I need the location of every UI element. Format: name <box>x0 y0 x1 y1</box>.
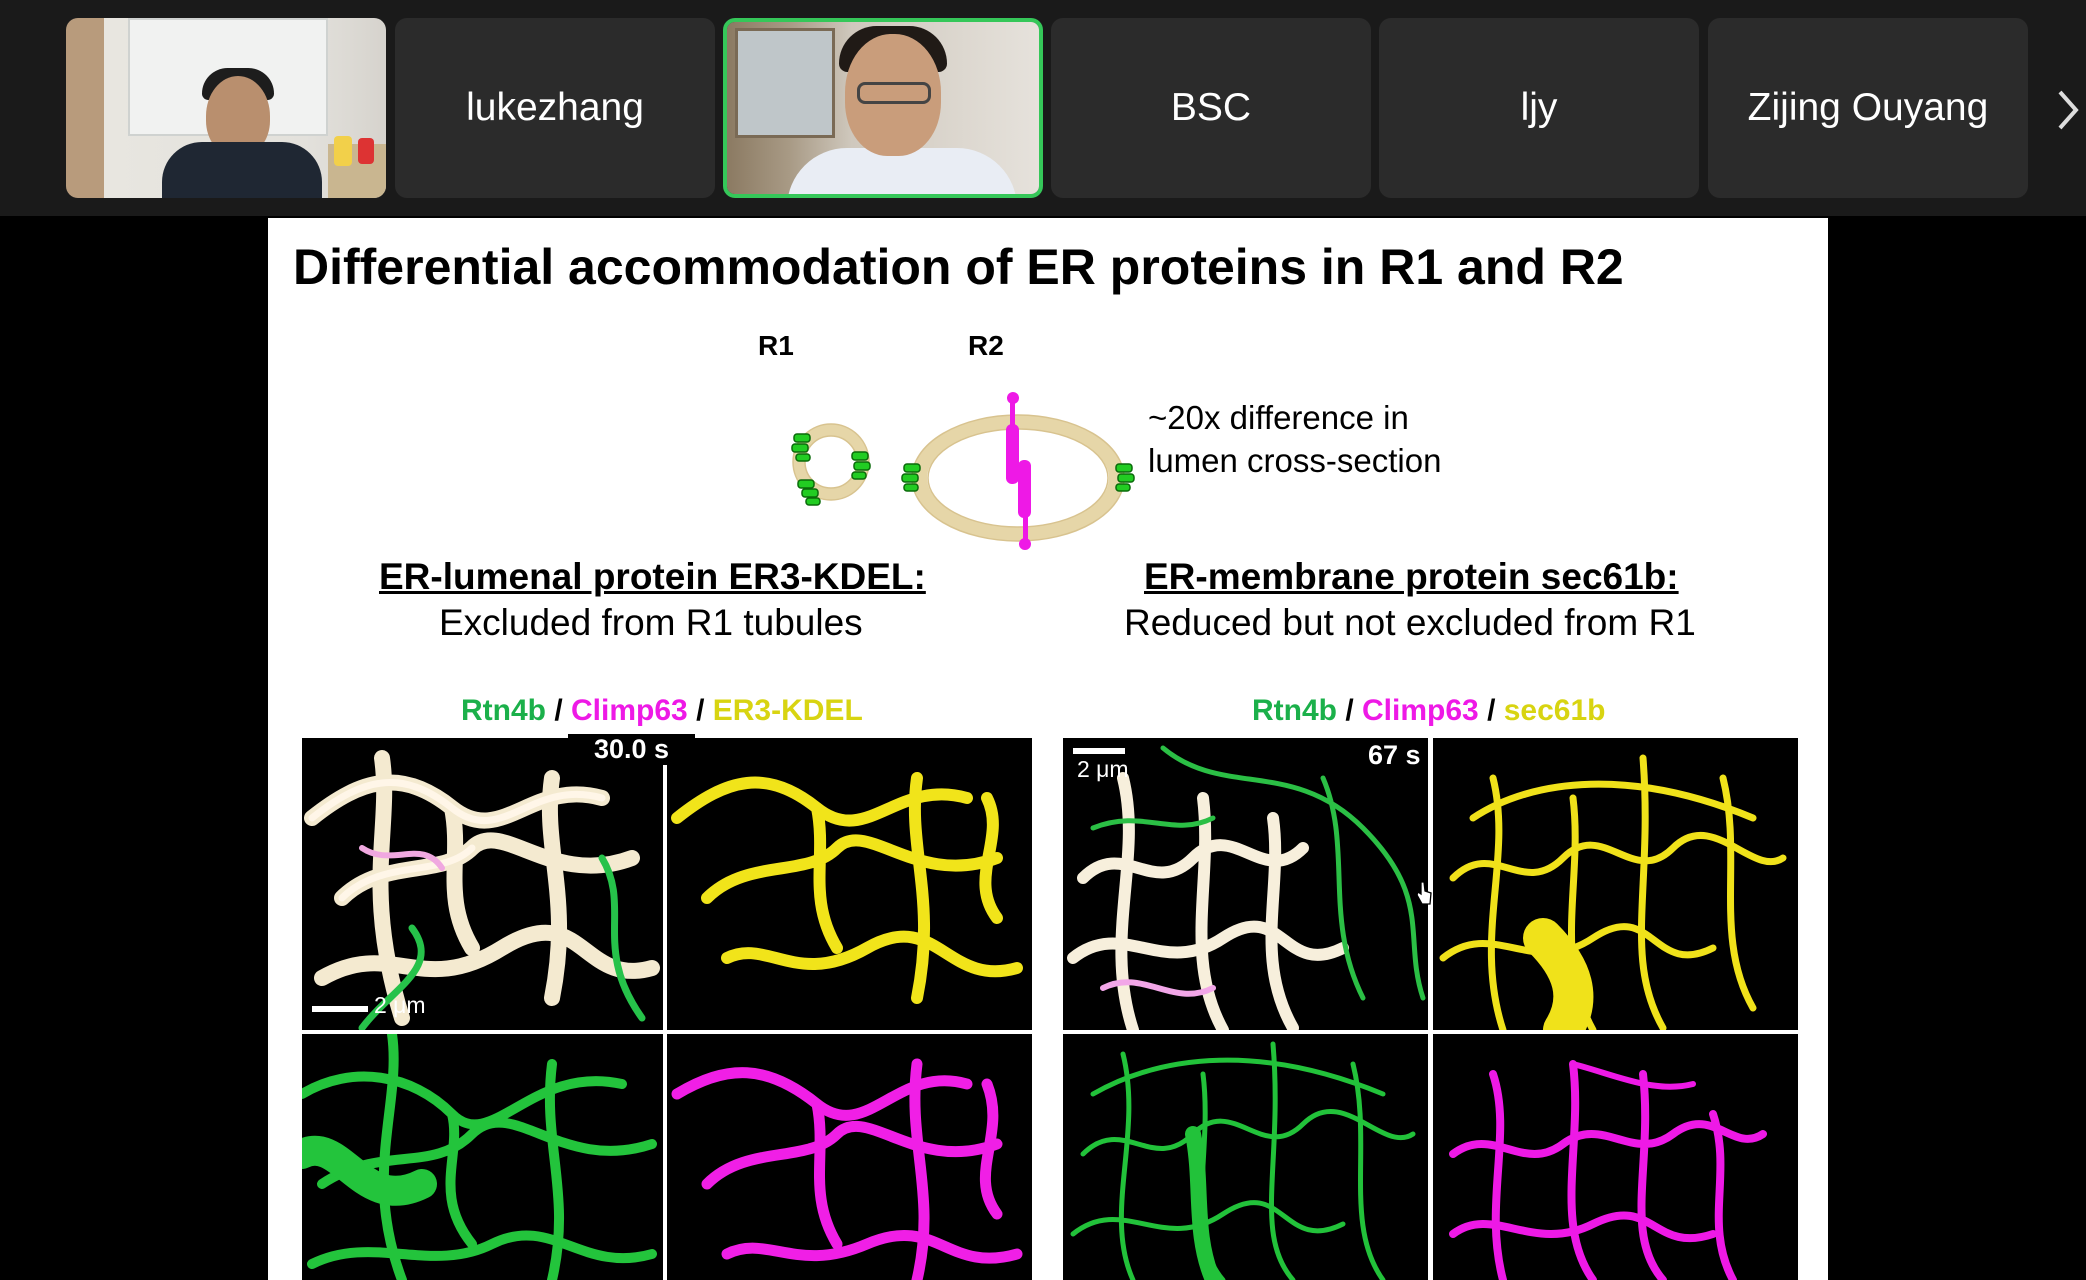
shared-slide: Differential accommodation of ER protein… <box>268 218 1828 1280</box>
r1-tubule-icon <box>791 423 871 506</box>
right-sec61b-micrograph <box>1433 738 1798 1030</box>
right-rtn4b-micrograph <box>1063 1034 1428 1280</box>
tubule-cross-section-diagram <box>791 392 1135 550</box>
left-climp63-micrograph <box>667 1034 1032 1280</box>
left-merge-micrograph: 2 μm <box>302 738 663 1030</box>
participant-video-tile[interactable] <box>66 18 386 198</box>
participant-tile-lukezhang[interactable]: lukezhang <box>395 18 715 198</box>
difference-line-1: ~20x difference in <box>1148 399 1409 436</box>
participant-name: Zijing Ouyang <box>1747 86 1989 129</box>
left-er3-kdel-micrograph <box>667 738 1032 1030</box>
participant-tile-ljy[interactable]: ljy <box>1379 18 1699 198</box>
participant-tile-zijing-ouyang[interactable]: Zijing Ouyang <box>1708 18 2028 198</box>
participant-tile-bsc[interactable]: BSC <box>1051 18 1371 198</box>
scale-bar <box>312 1006 368 1012</box>
participant-strip: lukezhang BSC ljy Zijing Ouyang <box>0 0 2086 216</box>
participant-name: BSC <box>1170 86 1252 129</box>
right-micrograph-grid: 2 μm 67 s <box>1063 738 1798 1280</box>
scale-bar-label: 2 μm <box>374 992 426 1018</box>
right-climp63-micrograph <box>1433 1034 1798 1280</box>
legend-climp63: Climp63 <box>1362 694 1479 727</box>
left-heading: ER-lumenal protein ER3-KDEL: <box>379 556 926 597</box>
left-rtn4b-micrograph <box>302 1034 663 1280</box>
r2-tubule-icon <box>901 392 1135 550</box>
time-stamp: 67 s <box>1368 740 1421 770</box>
scale-bar-label: 2 μm <box>1077 756 1129 782</box>
participant-video <box>727 22 1039 194</box>
legend-rtn4b: Rtn4b <box>1252 694 1337 727</box>
legend-climp63: Climp63 <box>571 694 688 727</box>
legend-er3-kdel: ER3-KDEL <box>712 694 863 727</box>
participant-video <box>66 18 386 198</box>
participant-name: lukezhang <box>466 86 644 129</box>
right-merge-micrograph: 2 μm 67 s <box>1063 738 1428 1030</box>
time-stamp: 30.0 s <box>568 734 696 765</box>
r2-label: R2 <box>968 330 1004 361</box>
right-channel-legend: Rtn4b / Climp63 / sec61b <box>1252 694 1606 727</box>
right-heading: ER-membrane protein sec61b: <box>1144 556 1679 597</box>
r1-label: R1 <box>758 330 794 361</box>
difference-line-2: lumen cross-section <box>1148 442 1442 479</box>
scale-bar <box>1073 748 1125 754</box>
legend-rtn4b: Rtn4b <box>461 694 546 727</box>
legend-sec61b: sec61b <box>1503 694 1606 727</box>
slide-title: Differential accommodation of ER protein… <box>293 239 1624 295</box>
left-subheading: Excluded from R1 tubules <box>439 602 863 643</box>
participant-video-tile-active-speaker[interactable] <box>723 18 1043 198</box>
participant-name: ljy <box>1520 86 1558 129</box>
difference-note: ~20x difference in lumen cross-section <box>1148 396 1441 482</box>
chevron-right-icon[interactable] <box>2054 86 2082 134</box>
left-micrograph-grid: 2 μm <box>302 738 1032 1280</box>
left-channel-legend: Rtn4b / Climp63 / ER3-KDEL <box>461 694 863 727</box>
hand-cursor-icon <box>1416 881 1432 905</box>
right-subheading: Reduced but not excluded from R1 <box>1124 602 1696 643</box>
